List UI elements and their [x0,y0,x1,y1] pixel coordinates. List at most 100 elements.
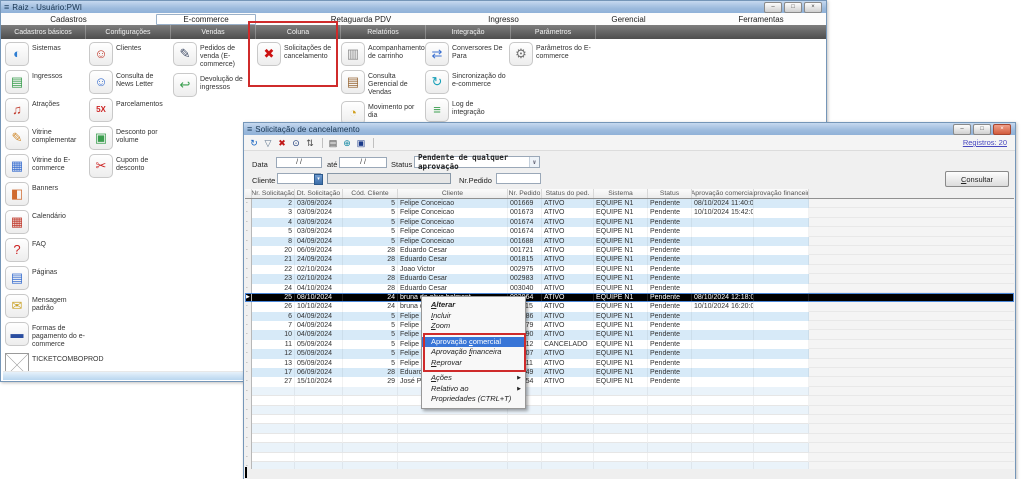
refresh-icon[interactable]: ↻ [248,136,260,150]
table-row[interactable]: ‐2404/10/202428Eduardo Cesar003040ATIVOE… [245,284,1014,293]
tab-ingresso[interactable]: Ingresso [446,13,561,25]
column-header-cod-cliente[interactable]: Cód. Cliente [343,189,398,198]
table-row[interactable]: ‐604/09/20245Felipe Conceicao001686ATIVO… [245,312,1014,321]
category-integracao[interactable]: Integração [426,25,511,39]
launcher-item-mensagem-padrao[interactable]: ✉Mensagem padrão [5,294,87,318]
launcher-item-devolucao-de-ingressos[interactable]: ↩Devolução de ingressos [173,73,255,97]
launcher-item-conversores-de-para[interactable]: ⇄Conversores De Para [425,42,507,66]
table-row[interactable]: ‐2124/09/202428Eduardo Cesar001815ATIVOE… [245,255,1014,264]
launcher-item-vitrine-complementar[interactable]: ✎Vitrine complementar [5,126,87,150]
category-relatorios[interactable]: Relatórios [341,25,426,39]
table-row[interactable]: ‐2302/10/202428Eduardo Cesar002983ATIVOE… [245,274,1014,283]
column-header-cliente[interactable]: Cliente [398,189,508,198]
table-row-empty[interactable]: ‐ [245,443,1014,452]
launcher-item-solicitacoes-de-cancelamento[interactable]: ✖Solicitações de cancelamento [257,42,339,66]
print-icon[interactable]: ▤ [327,136,339,150]
launcher-item-calendario[interactable]: ▦Calendário [5,210,87,234]
category-vendas[interactable]: Vendas [171,25,256,39]
launcher-item-cupom-de-desconto[interactable]: ✂Cupom de desconto [89,154,171,178]
table-row-empty[interactable]: ‐ [245,396,1014,405]
data-to-input[interactable]: / / [339,157,387,168]
menu-item-relativo-ao[interactable]: Relativo ao▶ [422,384,525,395]
table-row[interactable]: ‐1305/09/20245Felipe Conceicao001711ATIV… [245,359,1014,368]
table-row[interactable]: ‐303/09/20245Felipe Conceicao001673ATIVO… [245,208,1014,217]
hamburger-menu-icon[interactable]: ≡ [4,2,9,12]
menu-item-zoom[interactable]: Zoom [422,321,525,332]
table-row-empty[interactable]: ‐ [245,462,1014,469]
menu-item-reprovar[interactable]: Reprovar [422,358,525,369]
category-cadastros-basicos[interactable]: Cadastros básicos [1,25,86,39]
table-row[interactable]: ‐804/09/20245Felipe Conceicao001688ATIVO… [245,237,1014,246]
table-row[interactable]: ‐2202/10/20243Joao Victor002975ATIVOEQUI… [245,265,1014,274]
filter-icon[interactable]: ▽ [262,136,274,150]
table-row-empty[interactable]: ‐ [245,424,1014,433]
table-row-empty[interactable]: ‐ [245,406,1014,415]
launcher-item-sincronizacao-do-e-commerce[interactable]: ↻Sincronização do e-commerce [425,70,507,94]
column-header-status-do-ped[interactable]: Status do ped. [542,189,594,198]
menu-item-incluir[interactable]: Incluir [422,311,525,322]
menu-item-aprovacao-financeira[interactable]: Aprovação financeira [422,347,525,358]
column-header-sistema[interactable]: Sistema [594,189,648,198]
tab-gerencial[interactable]: Gerencial [561,13,696,25]
table-row[interactable]: ‐1004/09/20245Felipe Conceicao001690ATIV… [245,330,1014,339]
table-row[interactable]: ‐704/09/20245Felipe Conceicao001679ATIVO… [245,321,1014,330]
table-row[interactable]: ‐203/09/20245Felipe Conceicao001669ATIVO… [245,199,1014,208]
column-header-status[interactable]: Status [648,189,692,198]
launcher-item-parcelamentos[interactable]: 5XParcelamentos [89,98,171,122]
table-row[interactable]: ‐1105/09/20245Felipe Conceicao001712CANC… [245,340,1014,349]
launcher-item-formas-de-pagamento-do-e-commerce[interactable]: ▬Formas de pagamento do e-commerce [5,322,87,349]
launcher-item-vitrine-do-e-commerce[interactable]: ▦Vitrine do E-commerce [5,154,87,178]
table-row[interactable]: ‐403/09/20245Felipe Conceicao001674ATIVO… [245,218,1014,227]
column-header-dt-solicitacao[interactable]: Dt. Solicitação [295,189,343,198]
nr-pedido-input[interactable] [496,173,541,184]
category-coluna[interactable]: Coluna [256,25,341,39]
records-link[interactable]: Registros: 20 [963,138,1007,147]
table-row[interactable]: ‐1205/09/20245Felipe Conceicao001707ATIV… [245,349,1014,358]
launcher-item-ingressos[interactable]: ▤Ingressos [5,70,87,94]
launcher-item-parametros-do-e-commerce[interactable]: ⚙Parâmetros do E-commerce [509,42,591,66]
launcher-item-paginas[interactable]: ▤Páginas [5,266,87,290]
category-configuracoes[interactable]: Configurações [86,25,171,39]
table-row[interactable]: ‐2610/10/202424bruna de oliva belmont003… [245,302,1014,311]
launcher-item-banners[interactable]: ◧Banners [5,182,87,206]
tab-cadastros[interactable]: Cadastros [1,13,136,25]
hamburger-menu-icon[interactable]: ≡ [247,124,252,134]
launcher-item-atracoes[interactable]: ♫Atrações [5,98,87,122]
launcher-item-consulta-de-news-letter[interactable]: ☺Consulta de News Letter [89,70,171,94]
table-row[interactable]: ‐1706/09/202428Eduardo Cesar002449ATIVOE… [245,368,1014,377]
web-icon[interactable]: ⊕ [341,136,353,150]
table-row[interactable]: ‐503/09/20245Felipe Conceicao001674ATIVO… [245,227,1014,236]
category-parametros[interactable]: Parâmetros [511,25,596,39]
table-row[interactable]: ‐2006/09/202428Eduardo Cesar001721ATIVOE… [245,246,1014,255]
column-header-aprovacao-comercial[interactable]: Aprovação comercial [692,189,754,198]
launcher-item-log-de-integracao[interactable]: ≡Log de integração [425,98,507,122]
tab-ferramentas[interactable]: Ferramentas [696,13,826,25]
tab-retaguarda-pdv[interactable]: Retaguarda PDV [276,13,446,25]
minimize-icon[interactable]: – [953,124,971,135]
table-row-empty[interactable]: ‐ [245,434,1014,443]
table-row-empty[interactable]: ‐ [245,415,1014,424]
minimize-icon[interactable]: – [764,2,782,13]
launcher-item-desconto-por-volume[interactable]: ▣Desconto por volume [89,126,171,150]
menu-item-acoes[interactable]: Ações▶ [422,373,525,384]
launcher-item-consulta-gerencial-de-vendas[interactable]: ▤Consulta Gerencial de Vendas [341,70,423,97]
column-header-nr-pedido[interactable]: Nr. Pedido [508,189,542,198]
launcher-item-sistemas[interactable]: ◐Sistemas [5,42,87,66]
clear-filter-icon[interactable]: ✖ [276,136,288,150]
chevron-down-icon[interactable]: ∨ [529,157,539,167]
column-header-aprovacao-financeira[interactable]: Aprovação financeira [754,189,809,198]
data-from-input[interactable]: / / [276,157,322,168]
tab-e-commerce[interactable]: E-commerce [136,13,276,25]
table-row[interactable]: ▶2508/10/202424bruna de oliva belmont003… [245,293,1014,302]
column-header-nr-solicitacao[interactable]: Nr. Solicitação [252,189,295,198]
launcher-item-pedidos-de-venda-e-commerce[interactable]: ✎Pedidos de venda (E-commerce) [173,42,255,69]
close-icon[interactable]: × [993,124,1011,135]
table-row-empty[interactable]: ‐ [245,387,1014,396]
restore-icon[interactable]: □ [973,124,991,135]
table-row[interactable]: ‐2715/10/202429José Pires003154ATIVOEQUI… [245,377,1014,386]
launcher-item-faq[interactable]: ?FAQ [5,238,87,262]
sort-icon[interactable]: ⇅ [304,136,316,150]
search-icon[interactable]: ⊙ [290,136,302,150]
close-icon[interactable]: × [804,2,822,13]
menu-item-alterar[interactable]: Alterar [422,300,525,311]
